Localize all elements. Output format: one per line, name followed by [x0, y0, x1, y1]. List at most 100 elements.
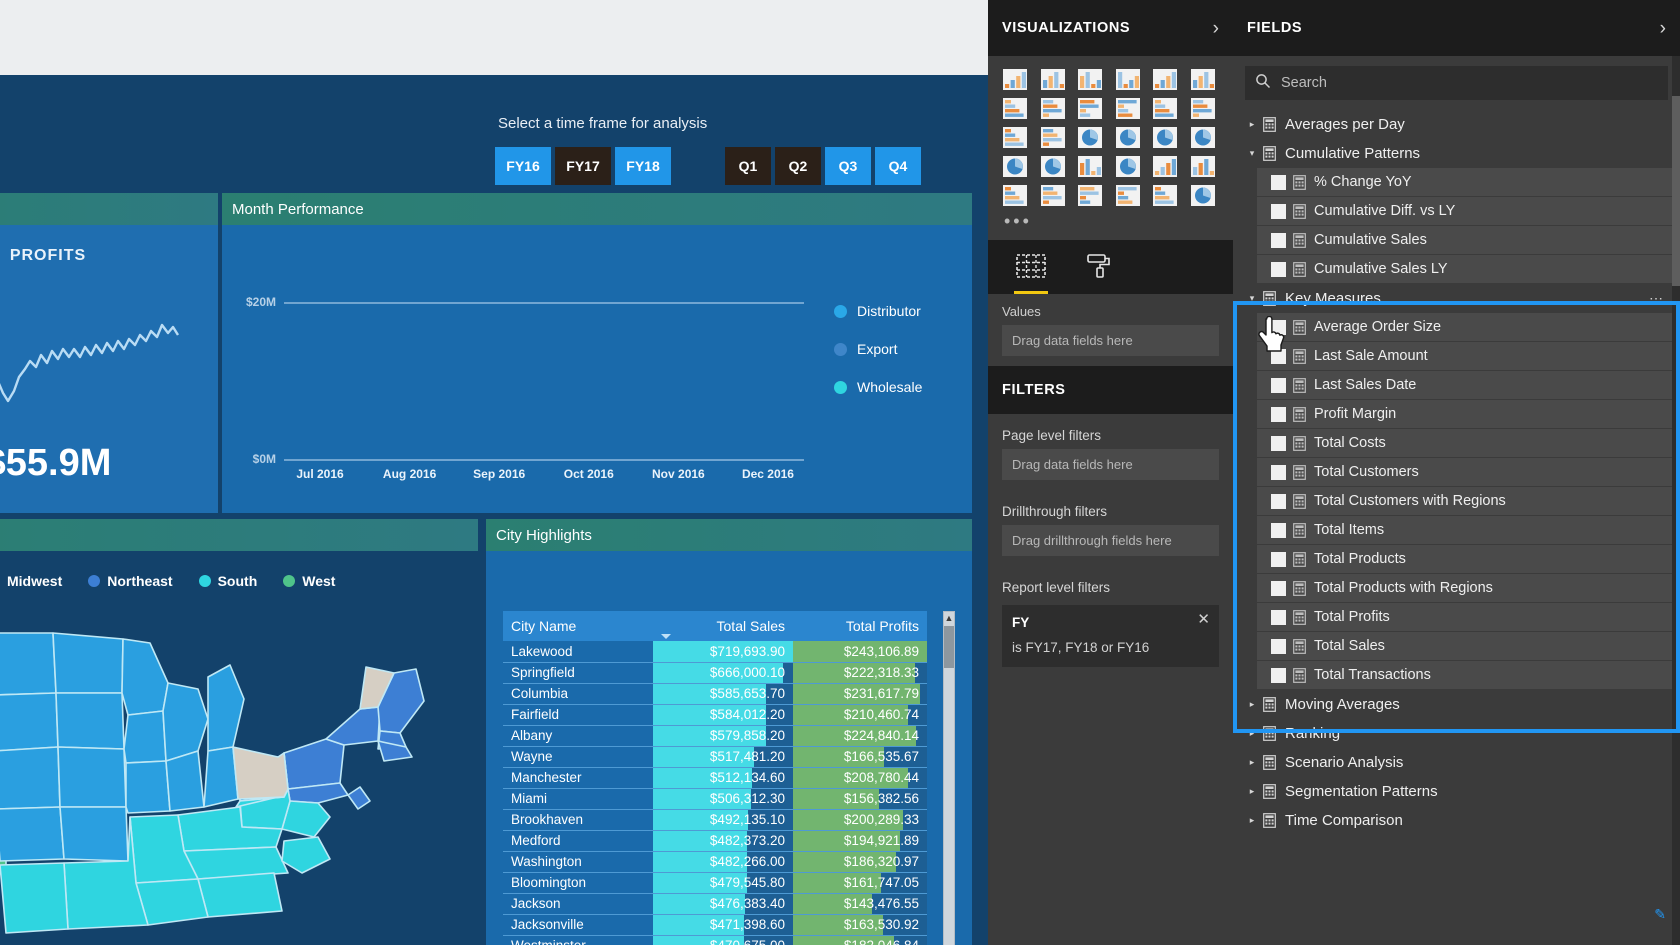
card-icon[interactable] — [1152, 155, 1178, 178]
gauge-icon[interactable] — [1115, 155, 1141, 178]
field-checkbox[interactable] — [1271, 522, 1286, 538]
waterfall-chart-icon[interactable] — [1002, 126, 1028, 149]
col-city-name[interactable]: City Name — [503, 611, 653, 641]
filled-map-icon[interactable] — [1002, 155, 1028, 178]
values-dropzone[interactable]: Drag data fields here — [1002, 325, 1219, 356]
ellipsis-icon[interactable]: ••• — [988, 209, 1233, 240]
field-checkbox[interactable] — [1271, 551, 1286, 567]
col-total-sales[interactable]: Total Sales — [653, 611, 793, 641]
fields-group-row[interactable]: ▸ Moving Averages — [1233, 690, 1680, 719]
search-input[interactable]: Search — [1245, 66, 1668, 100]
pie-chart-icon[interactable] — [1077, 126, 1103, 149]
area-chart-icon[interactable] — [1040, 97, 1066, 120]
fields-measure-row[interactable]: Total Products with Regions — [1257, 574, 1672, 602]
scatter-chart-icon[interactable] — [1040, 126, 1066, 149]
fields-group-row[interactable]: ▸ Averages per Day — [1233, 110, 1680, 139]
map-legend-item[interactable]: Midwest — [0, 573, 62, 589]
profits-card[interactable]: PROFITS $55.9M — [0, 193, 218, 513]
table-row[interactable]: Bloomington $479,545.80 $161,747.05 — [503, 872, 927, 894]
fields-measure-row[interactable]: Total Sales — [1257, 632, 1672, 660]
kpi-icon[interactable] — [1002, 184, 1028, 207]
chevron-right-icon[interactable]: ▸ — [1245, 728, 1259, 739]
table-row[interactable]: Washington $482,266.00 $186,320.97 — [503, 851, 927, 873]
fields-measure-row[interactable]: Last Sale Amount — [1257, 342, 1672, 370]
usa-map[interactable] — [0, 611, 478, 941]
fields-measure-row[interactable]: Total Customers — [1257, 458, 1672, 486]
clustered-bar-chart-icon[interactable] — [1077, 68, 1103, 91]
fields-measure-row[interactable]: Total Profits — [1257, 603, 1672, 631]
field-checkbox[interactable] — [1271, 667, 1286, 683]
field-checkbox[interactable] — [1271, 406, 1286, 422]
city-table-scrollbar[interactable]: ▲ — [943, 611, 955, 945]
matrix-icon[interactable] — [1115, 184, 1141, 207]
drillthrough-filters-dropzone[interactable]: Drag drillthrough fields here — [1002, 525, 1219, 556]
field-checkbox[interactable] — [1271, 377, 1286, 393]
fields-measure-row[interactable]: Total Customers with Regions — [1257, 487, 1672, 515]
fields-grid-icon[interactable] — [1014, 251, 1048, 294]
chevron-right-icon[interactable]: ▸ — [1245, 699, 1259, 710]
col-total-profits[interactable]: Total Profits — [793, 611, 927, 641]
field-checkbox[interactable] — [1271, 493, 1286, 509]
paint-roller-icon[interactable] — [1084, 251, 1118, 283]
legend-item-export[interactable]: Export — [834, 341, 922, 357]
slicer-q4[interactable]: Q4 — [875, 147, 921, 185]
fields-group-row[interactable]: ▸ Time Comparison — [1233, 806, 1680, 835]
fields-group-row[interactable]: ▸ Segmentation Patterns — [1233, 777, 1680, 806]
table-row[interactable]: Jackson $476,383.40 $143,476.55 — [503, 893, 927, 915]
field-checkbox[interactable] — [1271, 638, 1286, 654]
fields-header[interactable]: FIELDS › — [1233, 0, 1680, 56]
chevron-right-icon[interactable]: ▸ — [1245, 815, 1259, 826]
field-checkbox[interactable] — [1271, 232, 1286, 248]
ribbon-chart-icon[interactable] — [1190, 97, 1216, 120]
multi-row-card-icon[interactable] — [1190, 155, 1216, 178]
fields-scrollbar[interactable] — [1672, 56, 1680, 945]
table-row[interactable]: Miami $506,312.30 $156,382.56 — [503, 788, 927, 810]
table-row[interactable]: Springfield $666,000.10 $222,318.33 — [503, 662, 927, 684]
table-row[interactable]: Jacksonville $471,398.60 $163,530.92 — [503, 914, 927, 936]
slicer-icon[interactable] — [1040, 184, 1066, 207]
field-checkbox[interactable] — [1271, 580, 1286, 596]
chevron-right-icon[interactable]: ▸ — [1245, 757, 1259, 768]
table-row[interactable]: Wayne $517,481.20 $166,535.67 — [503, 746, 927, 768]
table-icon[interactable] — [1077, 184, 1103, 207]
visualization-type-grid[interactable] — [988, 56, 1233, 209]
line-stacked-column-icon[interactable] — [1152, 97, 1178, 120]
chevron-down-icon[interactable]: ▾ — [1245, 293, 1259, 304]
table-row[interactable]: Westminster $470,675.00 $182,046.84 — [503, 935, 927, 945]
fields-measure-row[interactable]: Total Products — [1257, 545, 1672, 573]
city-table[interactable]: City Name Total Sales Total Profits Lake… — [503, 611, 927, 945]
fields-group-row[interactable]: ▸ Scenario Analysis — [1233, 748, 1680, 777]
fields-group-row[interactable]: ▾ Cumulative Patterns — [1233, 139, 1680, 168]
map-legend-item[interactable]: West — [283, 573, 335, 589]
slicer-q3[interactable]: Q3 — [825, 147, 871, 185]
table-row[interactable]: Brookhaven $492,135.10 $200,289.33 — [503, 809, 927, 831]
stacked-area-chart-icon[interactable] — [1077, 97, 1103, 120]
scroll-up-icon[interactable]: ▲ — [944, 612, 954, 625]
chevron-right-icon[interactable]: ▸ — [1245, 786, 1259, 797]
month-performance-card[interactable]: Month Performance $20M $0M Jul 2016 Aug 2… — [222, 193, 972, 513]
map-legend[interactable]: Midwest Northeast South West — [0, 573, 478, 589]
edit-pen-icon[interactable]: ✎ — [1654, 906, 1666, 923]
chevron-right-icon[interactable]: › — [1660, 19, 1666, 38]
fields-measure-row[interactable]: Profit Margin — [1257, 400, 1672, 428]
regions-map-card[interactable]: Midwest Northeast South West — [0, 519, 478, 945]
arcgis-map-icon[interactable] — [1190, 184, 1216, 207]
clustered-column-chart-icon[interactable] — [1115, 68, 1141, 91]
table-row[interactable]: Lakewood $719,693.90 $243,106.89 — [503, 641, 927, 663]
scrollbar-thumb[interactable] — [944, 626, 954, 668]
page-level-filters-dropzone[interactable]: Drag data fields here — [1002, 449, 1219, 480]
fields-measure-row[interactable]: % Change YoY — [1257, 168, 1672, 196]
report-filter-card-fy[interactable]: FY is FY17, FY18 or FY16 ✕ — [1002, 605, 1219, 667]
hundred-stacked-bar-icon[interactable] — [1152, 68, 1178, 91]
fields-measure-row[interactable]: Average Order Size — [1257, 313, 1672, 341]
fields-measure-row[interactable]: Total Items — [1257, 516, 1672, 544]
slicer-fy16[interactable]: FY16 — [495, 147, 551, 185]
table-row[interactable]: Albany $579,858.20 $224,840.14 — [503, 725, 927, 747]
fields-measure-row[interactable]: Cumulative Sales LY — [1257, 255, 1672, 283]
field-checkbox[interactable] — [1271, 174, 1286, 190]
hundred-stacked-column-icon[interactable] — [1190, 68, 1216, 91]
chart-legend[interactable]: Distributor Export Wholesale — [834, 303, 922, 417]
legend-item-wholesale[interactable]: Wholesale — [834, 379, 922, 395]
treemap-icon[interactable] — [1152, 126, 1178, 149]
more-options-icon[interactable]: ⋯ — [1649, 290, 1664, 307]
